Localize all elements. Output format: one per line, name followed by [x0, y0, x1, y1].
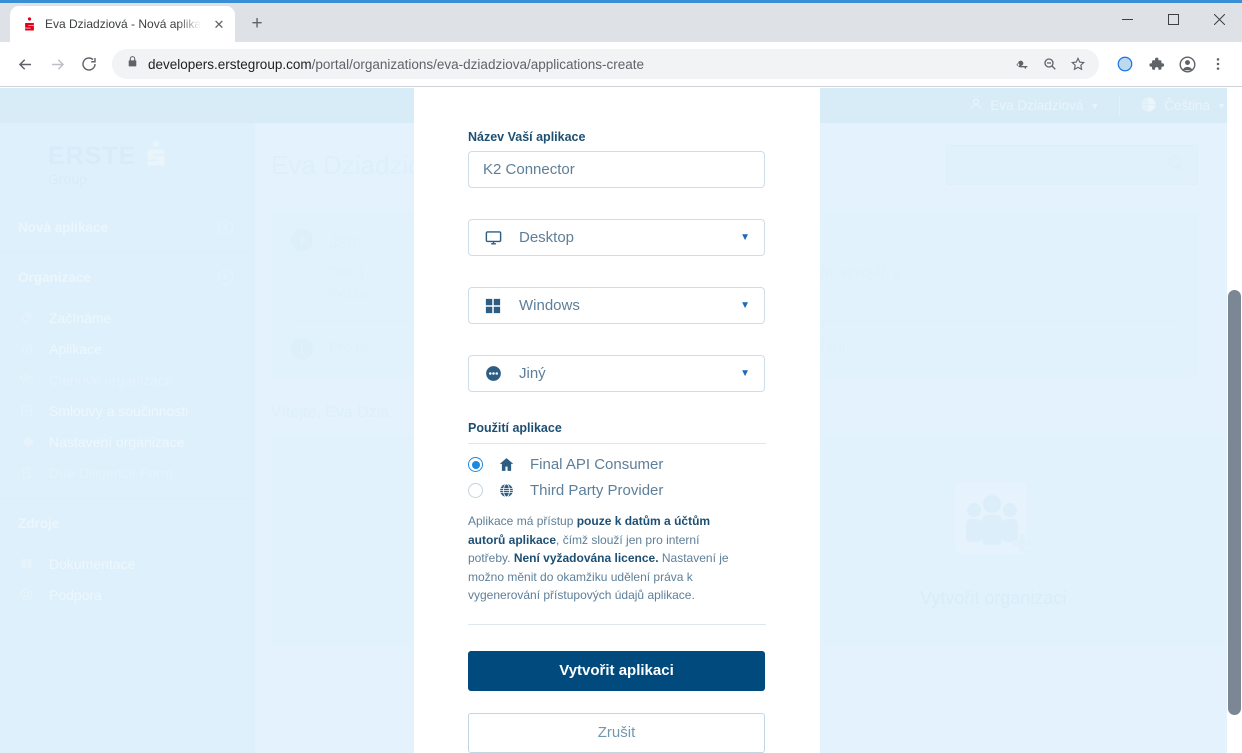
tab-title: Eva Dziadziová - Nová aplikace | [45, 17, 201, 31]
helper-b2: Není vyžadována licence. [513, 551, 659, 566]
radio-button[interactable] [468, 483, 483, 498]
browser-window: Eva Dziadziová - Nová aplikace | ✕ + [0, 0, 1242, 753]
radio-button[interactable] [468, 457, 483, 472]
url-text: developers.erstegroup.com/portal/organiz… [148, 57, 644, 72]
operating-system-value: Windows [519, 297, 580, 314]
dots-circle-icon [483, 364, 503, 383]
extensions-puzzle-icon[interactable] [1142, 50, 1170, 78]
page-viewport: Eva Dziadziová ▼ Čeština ▼ [0, 88, 1242, 753]
globe-icon [497, 482, 516, 499]
maximize-button[interactable] [1150, 3, 1196, 35]
scrollbar-thumb[interactable] [1228, 290, 1241, 715]
create-application-modal: Název Vaší aplikace K2 Connector Desktop… [414, 88, 820, 753]
omnibox-icons [1009, 51, 1095, 77]
window-controls [1104, 3, 1242, 45]
password-key-icon[interactable] [1009, 51, 1035, 77]
page-scrollbar[interactable] [1227, 88, 1242, 753]
chevron-down-icon: ▼ [740, 300, 750, 311]
helper-p1: Aplikace má přístup [468, 514, 577, 528]
usage-helper-text: Aplikace má přístup pouze k datům a účtů… [468, 512, 740, 605]
monitor-icon [483, 228, 503, 247]
zoom-out-icon[interactable] [1037, 51, 1063, 77]
windows-icon [483, 297, 503, 315]
app-name-label: Název Vaší aplikace [468, 130, 586, 144]
browser-tab[interactable]: Eva Dziadziová - Nová aplikace | ✕ [10, 6, 235, 42]
tab-strip: Eva Dziadziová - Nová aplikace | ✕ + [0, 0, 1242, 42]
minimize-button[interactable] [1104, 3, 1150, 35]
url-path: /portal/organizations/eva-dziadziova/app… [311, 56, 645, 72]
back-button[interactable] [10, 49, 40, 79]
helper-divider [468, 623, 766, 625]
chrome-menu-icon[interactable] [1204, 50, 1232, 78]
radio-label: Final API Consumer [530, 456, 664, 473]
radio-label: Third Party Provider [530, 482, 664, 499]
bookmark-star-icon[interactable] [1065, 51, 1091, 77]
close-window-button[interactable] [1196, 3, 1242, 35]
operating-system-select[interactable]: Windows ▼ [468, 287, 765, 324]
platform-type-select[interactable]: Desktop ▼ [468, 219, 765, 256]
forward-button[interactable] [42, 49, 72, 79]
other-option-value: Jiný [519, 365, 546, 382]
usage-section-label: Použití aplikace [468, 421, 766, 444]
chevron-down-icon: ▼ [740, 232, 750, 243]
reload-button[interactable] [74, 49, 104, 79]
other-option-select[interactable]: Jiný ▼ [468, 355, 765, 392]
erste-s-favicon [21, 16, 37, 32]
browser-sync-icon[interactable] [1111, 50, 1139, 78]
url-domain: developers.erstegroup.com [148, 56, 312, 72]
new-tab-button[interactable]: + [243, 10, 271, 38]
app-name-input[interactable]: K2 Connector [468, 151, 765, 188]
address-bar[interactable]: developers.erstegroup.com/portal/organiz… [112, 49, 1099, 79]
tab-close-icon[interactable]: ✕ [209, 14, 229, 34]
chevron-down-icon: ▼ [740, 368, 750, 379]
extension-icons [1107, 50, 1232, 78]
lock-icon [126, 55, 139, 73]
platform-type-value: Desktop [519, 229, 575, 246]
create-application-button[interactable]: Vytvořit aplikaci [468, 650, 765, 691]
home-icon [497, 456, 516, 473]
browser-toolbar: developers.erstegroup.com/portal/organiz… [0, 42, 1242, 87]
profile-avatar-icon[interactable] [1173, 50, 1201, 78]
radio-third-party-provider[interactable]: Third Party Provider [468, 482, 766, 499]
cancel-button[interactable]: Zrušit [468, 712, 765, 753]
radio-final-api-consumer[interactable]: Final API Consumer [468, 456, 766, 473]
